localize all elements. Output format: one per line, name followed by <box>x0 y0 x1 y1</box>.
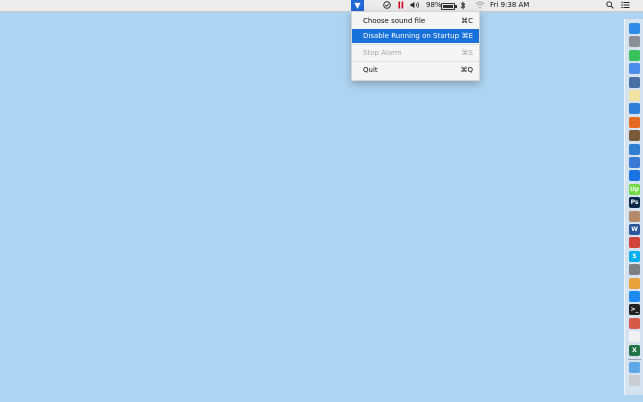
menu-item-label: Choose sound file <box>363 17 426 25</box>
menu-item-label: Disable Running on Startup <box>363 32 460 40</box>
preview-icon[interactable] <box>629 76 640 88</box>
menu-item-disable-running-on-startup[interactable]: Disable Running on Startup ⌘E <box>352 29 479 43</box>
clock[interactable]: Fri 9:38 AM <box>490 0 529 11</box>
photoshop-icon[interactable]: Ps <box>629 197 640 209</box>
volume-icon[interactable] <box>410 0 421 11</box>
spotlight-search-icon[interactable] <box>606 0 614 11</box>
trash-icon[interactable] <box>629 375 640 387</box>
notes-icon[interactable] <box>629 90 640 101</box>
bluetooth-icon[interactable] <box>460 0 466 11</box>
battery-icon[interactable] <box>441 3 457 10</box>
menu-item-quit[interactable]: Quit ⌘Q <box>352 63 479 77</box>
photos-icon[interactable] <box>629 277 640 289</box>
teamviewer-icon[interactable] <box>629 170 640 182</box>
pause-icon[interactable] <box>398 0 404 11</box>
safari-icon[interactable] <box>629 36 640 48</box>
skype-icon[interactable]: S <box>629 250 640 262</box>
system-preferences-icon[interactable] <box>629 264 640 276</box>
chrome-icon[interactable] <box>629 63 640 75</box>
dock-separator <box>628 359 641 360</box>
menu-item-shortcut: ⌘E <box>461 32 473 40</box>
menu-item-label: Quit <box>363 66 378 74</box>
menu-separator <box>352 44 479 45</box>
pen-icon[interactable] <box>629 157 640 168</box>
notification-center-icon[interactable] <box>621 0 630 11</box>
word-icon[interactable]: W <box>629 224 640 235</box>
menu-item-shortcut: ⌘Q <box>460 66 473 74</box>
chart-app-icon[interactable] <box>629 317 640 329</box>
compass-icon[interactable] <box>629 103 640 115</box>
xcode-icon[interactable] <box>629 143 640 155</box>
terminal-icon[interactable]: >_ <box>629 304 640 316</box>
app-store-icon[interactable] <box>629 291 640 302</box>
wifi-icon[interactable] <box>475 0 485 11</box>
status-menu-dropdown: Choose sound file ⌘C Disable Running on St… <box>351 11 480 81</box>
menu-item-shortcut: ⌘C <box>461 17 473 25</box>
battery-percent: 98% <box>426 1 442 9</box>
app-status-icon[interactable]: ▼ <box>351 0 364 11</box>
checkmark-status-icon[interactable] <box>383 0 391 11</box>
red-app-icon[interactable] <box>629 237 640 249</box>
menu-separator <box>352 61 479 62</box>
menu-item-shortcut: ⌘S <box>461 49 473 57</box>
upwork-icon[interactable]: Up <box>629 183 640 195</box>
excel-icon[interactable]: X <box>629 344 640 356</box>
menu-item-stop-alarm: Stop Alarm ⌘S <box>352 46 479 60</box>
calendar-icon[interactable] <box>629 331 640 343</box>
finder-icon[interactable] <box>629 23 640 34</box>
folder-icon[interactable] <box>629 362 640 373</box>
figure-icon[interactable] <box>629 210 640 222</box>
menu-item-choose-sound-file[interactable]: Choose sound file ⌘C <box>352 14 479 28</box>
messages-icon[interactable] <box>629 49 640 61</box>
menu-item-label: Stop Alarm <box>363 49 402 57</box>
firefox-icon[interactable] <box>629 116 640 128</box>
dock: Up Ps W S >_ X <box>624 19 643 395</box>
photo-icon[interactable] <box>629 130 640 142</box>
menu-bar: ▼ 98% Fri 9:38 AM <box>0 0 643 12</box>
